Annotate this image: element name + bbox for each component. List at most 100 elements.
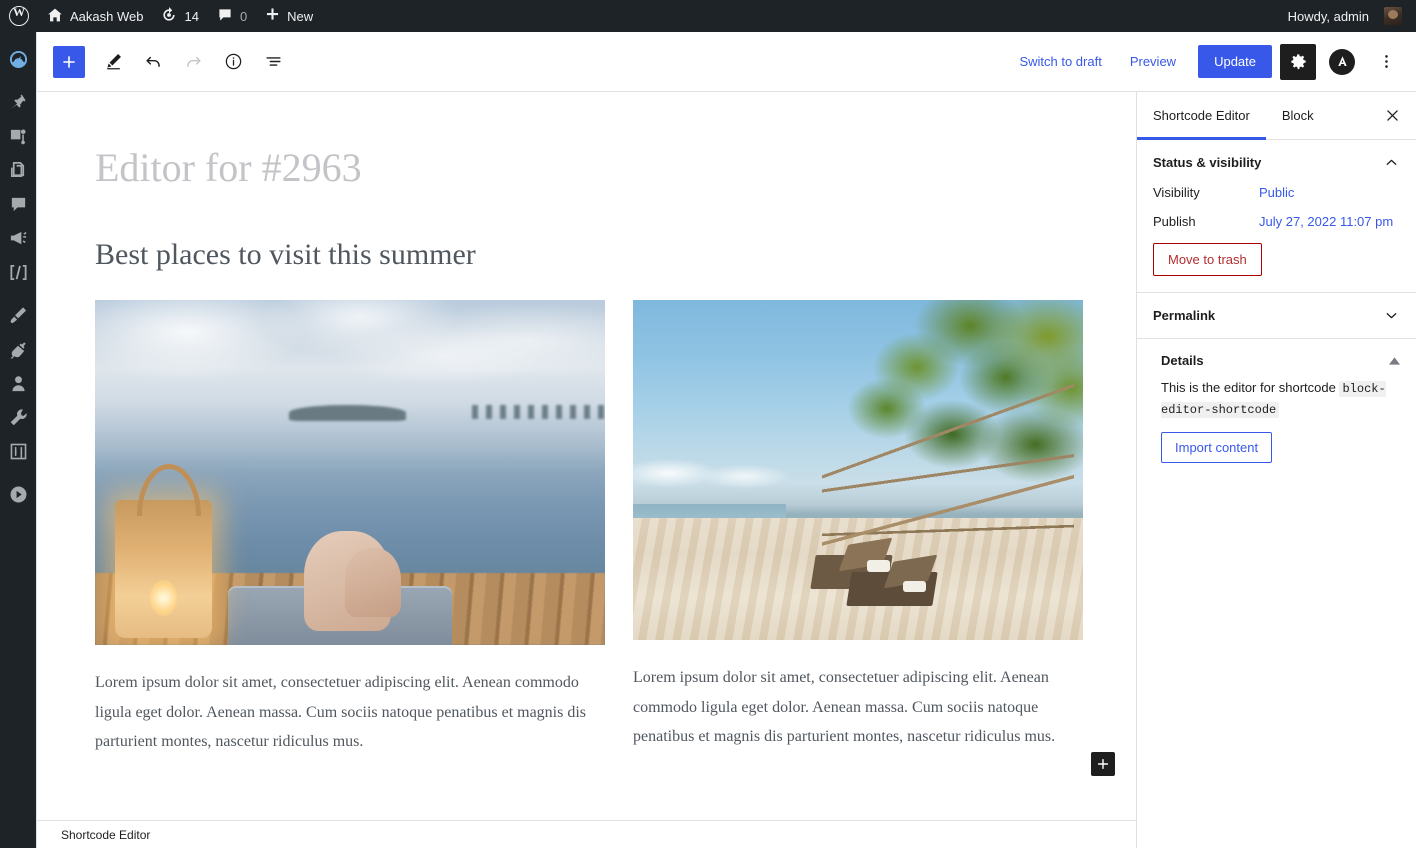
column-1[interactable]: Lorem ipsum dolor sit amet, consectetuer… <box>95 300 605 757</box>
comment-bubble-icon <box>217 7 233 26</box>
appearance-brush-icon <box>10 306 26 323</box>
pencil-edit-icon <box>106 54 121 70</box>
visibility-label: Visibility <box>1153 185 1200 200</box>
add-block-button[interactable] <box>53 45 85 78</box>
paragraph-block-2[interactable]: Lorem ipsum dolor sit amet, consectetuer… <box>633 663 1083 752</box>
close-sidebar-button[interactable] <box>1368 92 1416 139</box>
image-block-palm-beach[interactable] <box>633 300 1083 640</box>
pages-icon <box>10 161 24 177</box>
updates-count: 14 <box>184 8 199 24</box>
tab-block[interactable]: Block <box>1266 92 1330 139</box>
sidebar-item-tools[interactable] <box>0 400 36 434</box>
sidebar-item-plugins[interactable] <box>0 332 36 366</box>
new-label: New <box>287 8 314 24</box>
brand-logo-icon <box>1329 48 1355 75</box>
plus-icon <box>265 7 280 25</box>
heading-block[interactable]: Best places to visit this summer <box>57 238 1117 272</box>
sidebar-item-users[interactable] <box>0 366 36 400</box>
details-info-button[interactable] <box>215 44 251 80</box>
image-block-beach-deck[interactable] <box>95 300 605 645</box>
sidebar-item-shortcodes[interactable] <box>0 255 36 289</box>
details-text-before: This is the editor for shortcode <box>1161 380 1336 395</box>
wp-admin-bar: Aakash Web 14 0 New Howdy, admin <box>0 0 1416 32</box>
users-person-icon <box>11 375 25 391</box>
status-visibility-header[interactable]: Status & visibility <box>1137 140 1416 185</box>
media-images-icon <box>10 128 26 144</box>
status-visibility-panel: Status & visibility Visibility Public Pu… <box>1137 140 1416 293</box>
post-canvas[interactable]: Editor for #2963 Best places to visit th… <box>37 92 1137 820</box>
permalink-header[interactable]: Permalink <box>1137 293 1416 338</box>
permalink-panel: Permalink <box>1137 293 1416 339</box>
post-title-placeholder[interactable]: Editor for #2963 <box>57 144 1117 192</box>
visibility-value-button[interactable]: Public <box>1259 185 1294 200</box>
import-content-button[interactable]: Import content <box>1161 432 1273 464</box>
more-options-button[interactable] <box>1368 44 1404 80</box>
paragraph-block-1[interactable]: Lorem ipsum dolor sit amet, consectetuer… <box>95 668 605 757</box>
chevron-up-icon <box>1383 154 1400 171</box>
settings-sliders-icon <box>10 443 26 459</box>
sidebar-item-pages[interactable] <box>0 153 36 187</box>
comments-count: 0 <box>239 8 248 24</box>
sidebar-item-player[interactable] <box>0 477 36 511</box>
triangle-up-icon <box>1389 356 1400 365</box>
switch-to-draft-button[interactable]: Switch to draft <box>1007 48 1113 75</box>
wordpress-logo-icon <box>9 5 29 26</box>
sidebar-item-feedback[interactable] <box>0 221 36 255</box>
sidebar-item-posts[interactable] <box>0 85 36 119</box>
list-view-icon <box>265 57 281 66</box>
details-title: Details <box>1161 353 1204 368</box>
preview-button[interactable]: Preview <box>1118 48 1188 75</box>
status-visibility-title: Status & visibility <box>1153 155 1262 170</box>
my-account-menu[interactable]: Howdy, admin <box>1279 0 1416 32</box>
comments-bubble-icon <box>11 197 25 211</box>
tab-document[interactable]: Shortcode Editor <box>1137 92 1266 140</box>
plus-icon <box>1098 759 1108 769</box>
comments-menu[interactable]: 0 <box>208 0 256 32</box>
howdy-label: Howdy, admin <box>1287 8 1369 24</box>
editor-header-right-actions: Switch to draft Preview Update <box>1007 43 1404 80</box>
tools-pencil-button[interactable] <box>95 44 131 80</box>
wordpress-logo-button[interactable] <box>0 0 38 32</box>
info-circle-icon <box>225 53 241 70</box>
sidebar-item-dashboard[interactable] <box>0 42 36 76</box>
visibility-row: Visibility Public <box>1153 185 1400 200</box>
wp-admin-menu <box>0 32 36 848</box>
status-visibility-body: Visibility Public Publish July 27, 2022 … <box>1137 185 1416 292</box>
publish-row: Publish July 27, 2022 11:07 pm <box>1153 214 1400 229</box>
breadcrumb-item-document[interactable]: Shortcode Editor <box>61 828 150 842</box>
site-name-label: Aakash Web <box>70 8 144 24</box>
pin-posts-icon <box>10 94 26 109</box>
sidebar-tabs: Shortcode Editor Block <box>1137 92 1416 140</box>
move-to-trash-button[interactable]: Move to trash <box>1153 243 1262 276</box>
editor-header: Switch to draft Preview Update <box>37 32 1416 92</box>
updates-menu[interactable]: 14 <box>152 0 207 32</box>
details-header[interactable]: Details <box>1137 339 1416 378</box>
list-view-button[interactable] <box>255 44 291 80</box>
avatar <box>1384 7 1402 25</box>
columns-block: Lorem ipsum dolor sit amet, consectetuer… <box>57 300 1117 757</box>
details-metabox-panel: Details This is the editor for shortcode… <box>1137 339 1416 481</box>
update-button[interactable]: Update <box>1198 45 1272 78</box>
sidebar-item-appearance[interactable] <box>0 298 36 332</box>
three-dots-vertical-icon <box>1384 55 1388 68</box>
column-2[interactable]: Lorem ipsum dolor sit amet, consectetuer… <box>633 300 1083 757</box>
undo-button[interactable] <box>135 44 171 80</box>
editor-settings-sidebar: Shortcode Editor Block Status & visibili… <box>1136 92 1416 848</box>
site-name-menu[interactable]: Aakash Web <box>38 0 152 32</box>
brand-plugin-button[interactable] <box>1324 44 1360 80</box>
settings-toggle-button[interactable] <box>1280 43 1316 80</box>
redo-button[interactable] <box>175 44 211 80</box>
sidebar-item-media[interactable] <box>0 119 36 153</box>
publish-date-button[interactable]: July 27, 2022 11:07 pm <box>1259 214 1393 229</box>
plus-icon <box>63 55 75 68</box>
shortcode-brackets-icon <box>9 264 27 280</box>
publish-label: Publish <box>1153 214 1196 229</box>
gear-icon <box>1290 54 1306 70</box>
undo-arrow-icon <box>145 56 160 67</box>
chevron-down-icon <box>1383 307 1400 324</box>
new-content-menu[interactable]: New <box>256 0 322 32</box>
sidebar-item-comments[interactable] <box>0 187 36 221</box>
play-circle-icon <box>10 486 26 502</box>
sidebar-item-settings[interactable] <box>0 434 36 468</box>
block-appender-button[interactable] <box>1091 752 1115 776</box>
